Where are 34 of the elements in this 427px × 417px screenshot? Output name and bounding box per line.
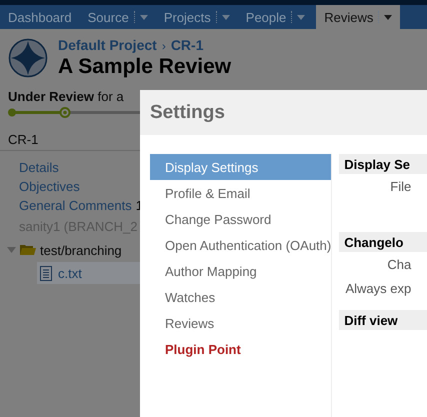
settings-menu-item[interactable]: Display Settings (150, 154, 332, 180)
sidebar-link[interactable]: General Comments (19, 198, 132, 213)
nav-tab[interactable]: Dashboard (0, 5, 80, 29)
expand-arrow-icon[interactable] (7, 247, 16, 253)
section-title: Changelo (344, 234, 404, 250)
nav-tab[interactable]: Reviews (316, 5, 400, 29)
setting-label: File (390, 178, 412, 194)
nav-tab[interactable]: Projects (156, 5, 238, 29)
review-status: Under Review for a (8, 89, 124, 104)
sidebar-link[interactable]: Objectives (19, 179, 80, 194)
settings-menu-item[interactable]: Profile & Email (150, 180, 332, 206)
folder-icon (20, 244, 36, 256)
sidebar-link[interactable]: Details (19, 160, 59, 175)
setting-label: Cha (387, 256, 412, 272)
settings-menu-item[interactable]: Reviews (150, 310, 332, 336)
section-title: Diff view (344, 312, 398, 328)
review-title: A Sample Review (58, 55, 232, 79)
breadcrumb-separator: › (162, 39, 166, 53)
section-title: Display Se (344, 156, 410, 172)
settings-menu-item[interactable]: Author Mapping (150, 258, 332, 284)
settings-menu-item[interactable]: Plugin Point (150, 336, 332, 362)
review-id-link[interactable]: CR-1 (170, 37, 204, 53)
settings-menu-item[interactable]: Open Authentication (OAuth) (150, 232, 332, 258)
nav-tab[interactable]: Source (80, 5, 156, 29)
dialog-title: Settings (150, 102, 225, 124)
settings-menu-item[interactable]: Watches (150, 284, 332, 310)
logo-icon (8, 38, 48, 78)
settings-menu-item[interactable]: Change Password (150, 206, 332, 232)
setting-label: Always exp (345, 280, 412, 296)
file-icon (40, 266, 52, 280)
sidebar-title: CR-1 (8, 132, 38, 146)
project-link[interactable]: Default Project (58, 37, 157, 53)
folder-label[interactable]: test/branching (40, 242, 122, 258)
nav-tab[interactable]: People (238, 5, 314, 29)
